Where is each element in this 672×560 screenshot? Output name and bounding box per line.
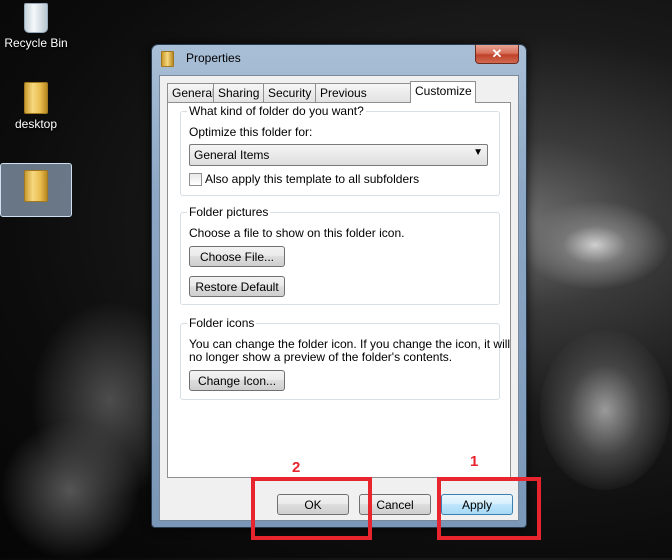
group-title: Folder pictures: [187, 205, 271, 219]
desktop-icon-desktop-folder[interactable]: desktop: [0, 82, 72, 131]
close-icon: ✕: [491, 46, 503, 61]
desktop-icon-selected-folder[interactable]: [0, 163, 72, 217]
desktop-icon-label: Recycle Bin: [4, 36, 68, 50]
dialog-client-area: General Sharing Security Previous Versio…: [159, 75, 519, 521]
folder-icons-desc-2: no longer show a preview of the folder's…: [189, 350, 453, 364]
annotation-number-1: 1: [470, 453, 479, 470]
desktop-icon-label: desktop: [14, 117, 58, 131]
tab-sharing[interactable]: Sharing: [213, 83, 265, 102]
title-bar[interactable]: Properties ✕: [152, 45, 526, 71]
tab-customize[interactable]: Customize: [410, 81, 476, 103]
choose-file-button[interactable]: Choose File...: [189, 246, 285, 267]
folder-icons-desc-1: You can change the folder icon. If you c…: [189, 337, 511, 351]
optimize-value: General Items: [194, 148, 270, 162]
optimize-label: Optimize this folder for:: [189, 125, 313, 139]
folder-icon: [161, 51, 174, 67]
annotation-number-2: 2: [292, 459, 301, 476]
change-icon-button[interactable]: Change Icon...: [189, 370, 285, 391]
folder-type-group: What kind of folder do you want? Optimiz…: [180, 104, 500, 196]
folder-pictures-group: Folder pictures Choose a file to show on…: [180, 205, 500, 305]
customize-panel: What kind of folder do you want? Optimiz…: [167, 102, 511, 478]
apply-subfolders-label[interactable]: Also apply this template to all subfolde…: [205, 172, 419, 186]
folder-pictures-desc: Choose a file to show on this folder ico…: [189, 226, 405, 240]
annotation-box-ok: [251, 477, 372, 540]
optimize-dropdown[interactable]: General Items ▼: [189, 144, 488, 166]
tab-security[interactable]: Security: [263, 83, 317, 102]
restore-default-button[interactable]: Restore Default: [189, 276, 285, 297]
folder-icon: [24, 170, 48, 202]
folder-icons-group: Folder icons You can change the folder i…: [180, 316, 510, 400]
group-title: Folder icons: [187, 316, 257, 330]
group-title: What kind of folder do you want?: [187, 104, 366, 118]
apply-subfolders-checkbox[interactable]: [189, 173, 202, 186]
desktop-icon-recycle-bin[interactable]: Recycle Bin: [0, 0, 72, 50]
tab-general[interactable]: General: [167, 83, 215, 102]
close-button[interactable]: ✕: [475, 45, 519, 64]
dropdown-arrow-icon: ▼: [473, 147, 483, 158]
recycle-bin-icon: [24, 3, 48, 33]
annotation-box-apply: [437, 477, 541, 540]
folder-icon: [24, 82, 48, 114]
tab-previous-versions[interactable]: Previous Versions: [315, 83, 413, 118]
window-title: Properties: [186, 51, 241, 65]
